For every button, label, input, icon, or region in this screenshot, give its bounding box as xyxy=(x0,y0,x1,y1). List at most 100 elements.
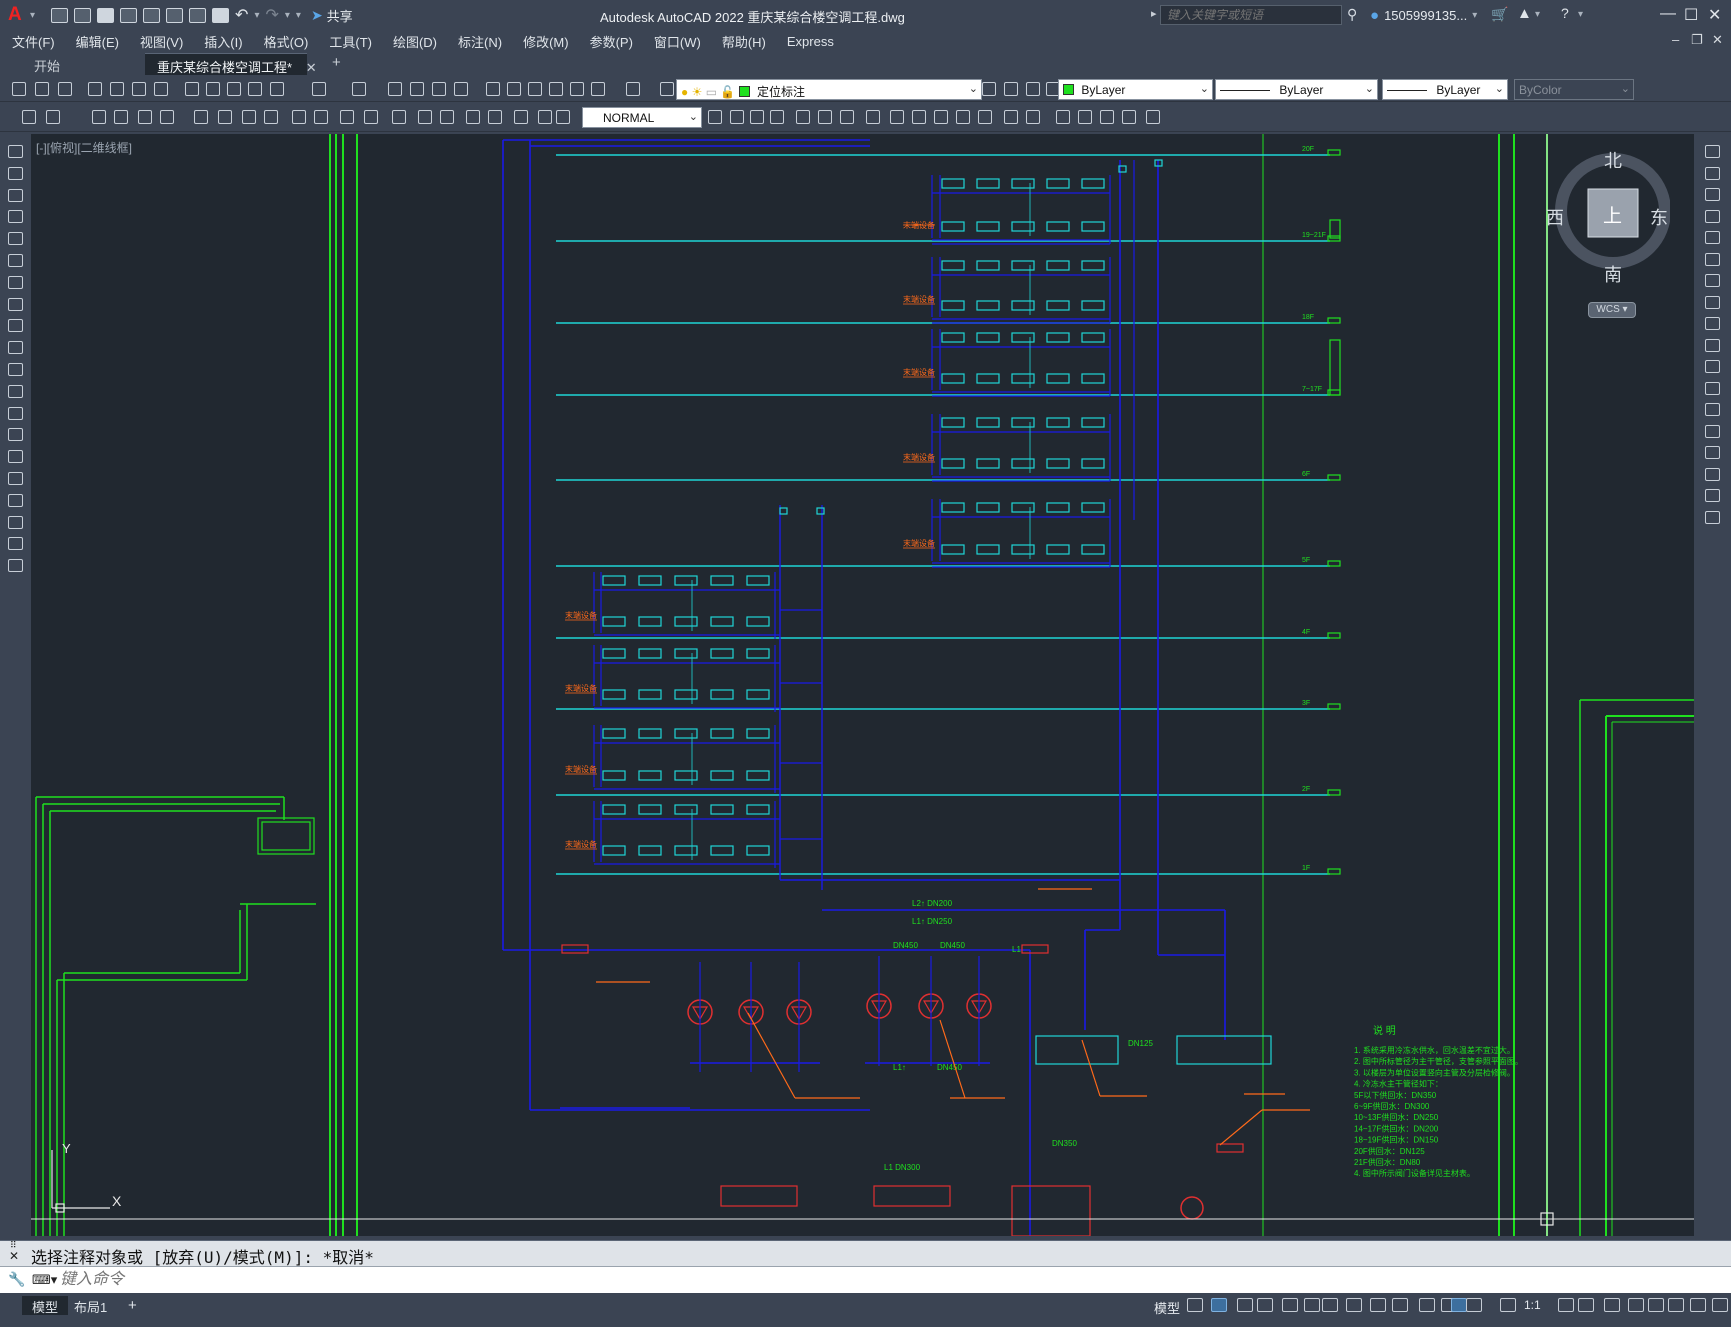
layer-off-icon[interactable] xyxy=(708,110,722,124)
redo-icon[interactable] xyxy=(352,82,366,96)
dim-linear-icon[interactable] xyxy=(22,110,36,124)
dim-space-icon[interactable] xyxy=(314,110,328,124)
maximize-icon[interactable]: ☐ xyxy=(1684,5,1698,25)
print-icon[interactable] xyxy=(212,7,230,23)
dim-style-apply-icon[interactable] xyxy=(556,110,570,124)
menu-insert[interactable]: 插入(I) xyxy=(204,32,242,51)
app-arrow-icon[interactable]: ▾ xyxy=(1535,9,1540,20)
workspace-menu-icon[interactable] xyxy=(1578,1298,1594,1312)
user-account-menu[interactable]: ● 1505999135... ▾ xyxy=(1370,7,1477,24)
snap-icon[interactable] xyxy=(1211,1298,1227,1312)
sheet-set-icon[interactable] xyxy=(549,82,563,96)
multiline-text-icon[interactable] xyxy=(8,537,23,551)
layer-properties-icon[interactable] xyxy=(660,82,674,96)
array-icon[interactable] xyxy=(1705,231,1720,244)
center-mark-icon[interactable] xyxy=(392,110,406,124)
zoom-window-icon[interactable] xyxy=(432,82,446,96)
dim-angular-icon[interactable] xyxy=(218,110,232,124)
new-tab-button[interactable]: + xyxy=(320,53,353,75)
units-icon[interactable] xyxy=(1628,1298,1644,1312)
match-properties-icon[interactable] xyxy=(248,82,262,96)
scale-icon[interactable] xyxy=(1705,295,1720,309)
clip-icon[interactable] xyxy=(1100,110,1114,124)
customize-qat-icon[interactable]: ▾ xyxy=(296,10,301,21)
doc-minimize-icon[interactable]: – xyxy=(1672,32,1679,47)
zoom-previous-icon[interactable] xyxy=(454,82,468,96)
menu-format[interactable]: 格式(O) xyxy=(264,32,309,51)
doc-restore-icon[interactable]: ❐ xyxy=(1691,32,1703,48)
table-icon[interactable] xyxy=(8,515,23,529)
annotation-visibility-icon[interactable] xyxy=(1451,1298,1467,1312)
quick-dim-icon[interactable] xyxy=(242,110,256,124)
add-layout-button[interactable]: + xyxy=(118,1296,147,1315)
undo-arrow-icon[interactable]: ▾ xyxy=(254,10,259,21)
arc-polyline-icon[interactable] xyxy=(8,188,23,202)
layer-dropdown[interactable]: ● ☀ ▭ 🔓 定位标注 ⌄ xyxy=(676,79,982,100)
close-icon[interactable]: ✕ xyxy=(1708,5,1721,25)
insert-block-icon[interactable] xyxy=(8,384,23,398)
dim-ordinate-icon[interactable] xyxy=(114,110,128,124)
compass-south[interactable]: 南 xyxy=(1604,261,1622,287)
plot-preview-icon[interactable] xyxy=(110,82,124,96)
open-icon[interactable] xyxy=(35,82,49,96)
isodraft-icon[interactable] xyxy=(1322,1298,1338,1312)
wcs-menu-button[interactable]: WCS ▾ xyxy=(1588,302,1636,318)
menu-view[interactable]: 视图(V) xyxy=(140,32,183,51)
customize-icon[interactable]: 🔧 xyxy=(8,1271,25,1288)
lineweight-dropdown[interactable]: ByLayer ⌄ xyxy=(1382,79,1508,100)
gradient-icon[interactable] xyxy=(8,472,23,485)
layer-previous-icon[interactable] xyxy=(1004,82,1018,96)
spline-icon[interactable] xyxy=(8,319,23,333)
make-current-icon[interactable] xyxy=(840,110,854,124)
menu-file[interactable]: 文件(F) xyxy=(12,32,55,51)
drawing-canvas[interactable]: 20F 19~21F 18F 7~17F 6F 5F 4F 3F 2F 1F 末端设备 末端设备 末端设… xyxy=(31,134,1694,1236)
share-button[interactable]: ➤ 共享 xyxy=(311,6,353,25)
design-center-icon[interactable] xyxy=(507,82,521,96)
dim-baseline-icon[interactable] xyxy=(264,110,278,124)
help-icon[interactable]: ? xyxy=(1561,5,1569,21)
markup-icon[interactable] xyxy=(570,82,584,96)
osnap-tracking-icon[interactable] xyxy=(1346,1298,1362,1312)
dim-text-edit-icon[interactable] xyxy=(488,110,502,124)
undo-icon[interactable] xyxy=(312,82,326,96)
dimstyle-dropdown[interactable]: NORMAL ⌄ xyxy=(582,107,702,128)
doc-close-icon[interactable]: ✕ xyxy=(1712,32,1723,48)
layer-lock-icon[interactable] xyxy=(750,110,764,124)
dim-aligned-icon[interactable] xyxy=(46,110,60,124)
minimize-icon[interactable]: — xyxy=(1660,5,1676,23)
chamfer-icon[interactable] xyxy=(1705,446,1720,459)
open-file-icon[interactable] xyxy=(74,7,92,23)
jogged-linear-icon[interactable] xyxy=(440,110,454,124)
draworder-front-icon[interactable] xyxy=(956,110,970,124)
make-block-icon[interactable] xyxy=(8,406,23,420)
ortho-icon[interactable] xyxy=(1257,1298,1273,1312)
extend-icon[interactable] xyxy=(1705,360,1720,373)
linetype-dropdown[interactable]: ByLayer ⌄ xyxy=(1215,79,1378,100)
save-as-icon[interactable] xyxy=(120,7,138,23)
layout-tab-layout1[interactable]: 布局1 xyxy=(64,1296,117,1315)
add-selected-icon[interactable] xyxy=(8,559,23,573)
break-icon[interactable] xyxy=(1705,403,1720,416)
fillet-icon[interactable] xyxy=(1705,467,1720,481)
search-input[interactable] xyxy=(1160,5,1342,25)
help-icon[interactable] xyxy=(626,82,640,96)
recent-commands-icon[interactable]: ⌨▾ xyxy=(32,1272,57,1288)
cart-icon[interactable]: 🛒 xyxy=(1491,6,1508,23)
calculator-icon[interactable] xyxy=(591,82,605,96)
menu-express[interactable]: Express xyxy=(787,34,834,49)
tab-drawing[interactable]: 重庆某综合楼空调工程* ✕ xyxy=(145,53,317,75)
dim-continue-icon[interactable] xyxy=(292,110,306,124)
ellipse-arc-icon[interactable] xyxy=(8,363,23,376)
3d-print-icon[interactable] xyxy=(154,82,168,96)
ellipse-icon[interactable] xyxy=(8,341,23,355)
grip-icon[interactable]: ⠿ xyxy=(10,1241,17,1250)
dim-style-icon[interactable] xyxy=(538,110,552,124)
dim-edit-icon[interactable] xyxy=(466,110,480,124)
annotation-scale[interactable]: 1:1 xyxy=(1524,1298,1541,1312)
layer-walk-icon[interactable] xyxy=(818,110,832,124)
menu-tools[interactable]: 工具(T) xyxy=(329,32,372,51)
trim-icon[interactable] xyxy=(1705,338,1720,352)
undo-icon[interactable]: ↶ xyxy=(235,5,248,25)
redo-icon[interactable]: ↷ xyxy=(265,5,278,25)
osnap-icon[interactable] xyxy=(1370,1298,1386,1312)
